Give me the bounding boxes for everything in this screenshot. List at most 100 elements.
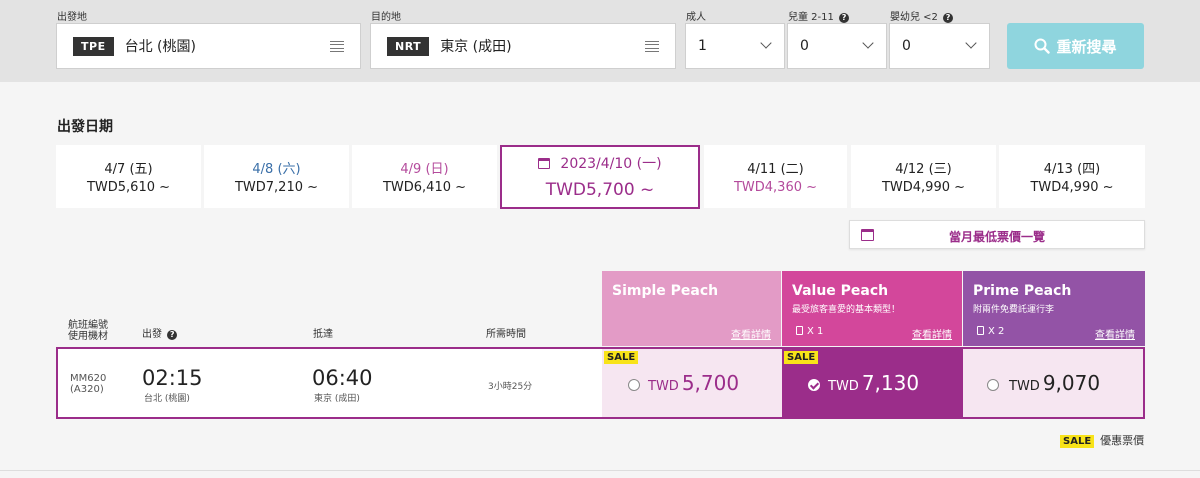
- radio-button[interactable]: [628, 379, 640, 391]
- flight-number: MM620: [70, 373, 107, 384]
- flight-number-label: 航班編號: [68, 320, 108, 331]
- amount: 5,700: [681, 371, 740, 395]
- fare-header-value: Value Peach 最受旅客喜愛的基本類型！ X 1 查看詳情: [782, 271, 962, 346]
- infants-label: 嬰幼兒 <2: [890, 12, 938, 23]
- date-price: TWD7,210 ~: [234, 180, 319, 195]
- fare-subtitle: 附兩件免費託運行李: [973, 305, 1055, 315]
- date-cell[interactable]: 4/9 (日) TWD6,410 ~: [352, 145, 497, 208]
- amount: 7,130: [861, 371, 920, 395]
- monthly-lowest-fare-button[interactable]: 當月最低票價一覽: [849, 220, 1145, 249]
- date-label: 4/7 (五): [104, 162, 153, 177]
- search-bar: 出發地 目的地 成人 兒童 2-11 ? 嬰幼兒 <2 ? TPE 台北 (桃園…: [0, 0, 1200, 82]
- destination-label: 目的地: [371, 12, 401, 23]
- divider: [0, 470, 1200, 471]
- origin-city: 台北 (桃園): [124, 39, 196, 55]
- luggage-icon: [977, 326, 984, 335]
- date-cell[interactable]: 4/13 (四) TWD4,990 ~: [999, 145, 1145, 208]
- help-icon[interactable]: ?: [943, 13, 954, 23]
- view-details-link[interactable]: 查看詳情: [731, 326, 771, 341]
- sale-badge: SALE: [784, 351, 819, 364]
- fare-option-simple[interactable]: SALE TWD 5,700: [602, 349, 782, 417]
- date-cell[interactable]: 4/11 (二) TWD4,360 ~: [704, 145, 847, 208]
- search-button-label: 重新搜尋: [1056, 37, 1117, 56]
- fare-option-value[interactable]: SALE TWD 7,130: [782, 349, 963, 417]
- date-price: TWD5,610 ~: [86, 180, 171, 195]
- flight-number-wrap: MM620 (A320): [70, 373, 106, 395]
- adults-value: 1: [698, 38, 707, 54]
- date-price: TWD4,990 ~: [1030, 180, 1114, 195]
- children-label: 兒童 2-11: [788, 12, 834, 23]
- sale-badge: SALE: [604, 351, 639, 364]
- fare-option-prime[interactable]: TWD 9,070: [963, 349, 1143, 417]
- infants-select[interactable]: 0: [889, 23, 990, 69]
- children-select[interactable]: 0: [787, 23, 887, 69]
- search-icon: [1034, 38, 1051, 54]
- destination-field[interactable]: NRT 東京 (成田): [370, 23, 676, 69]
- baggage-count: X 1: [807, 326, 824, 337]
- sale-badge: SALE: [1060, 435, 1095, 448]
- list-icon[interactable]: [645, 41, 659, 52]
- adults-select[interactable]: 1: [685, 23, 785, 69]
- depart-column-label: 出發 ?: [142, 329, 178, 340]
- departure-city: 台北 (桃園): [144, 394, 190, 404]
- currency: TWD: [828, 379, 859, 394]
- destination-code: NRT: [387, 36, 430, 56]
- fare-name: Value Peach: [792, 283, 889, 299]
- list-icon[interactable]: [330, 41, 344, 52]
- baggage-count-wrap: X 1: [796, 326, 823, 337]
- chevron-down-icon: [862, 37, 874, 49]
- currency: TWD: [648, 379, 679, 394]
- calendar-icon: [538, 158, 551, 169]
- date-price: TWD6,410 ~: [382, 180, 467, 195]
- fare-subtitle: 最受旅客喜愛的基本類型！: [792, 305, 901, 315]
- fare-name: Simple Peach: [612, 283, 719, 299]
- date-cell[interactable]: 4/8 (六) TWD7,210 ~: [204, 145, 349, 208]
- view-details-link[interactable]: 查看詳情: [912, 326, 952, 341]
- departure-time: 02:15: [142, 366, 203, 390]
- radio-button[interactable]: [987, 379, 999, 391]
- amount: 9,070: [1042, 371, 1101, 395]
- aircraft-label: 使用機材: [68, 331, 108, 342]
- baggage-count: X 2: [988, 326, 1005, 337]
- date-label: 4/9 (日): [400, 162, 449, 177]
- date-label-wrap: 2023/4/10 (一): [502, 153, 698, 173]
- fare-price: TWD 7,130: [828, 371, 919, 395]
- date-label: 4/12 (三): [895, 162, 952, 177]
- fare-header-simple: Simple Peach 查看詳情: [602, 271, 781, 346]
- origin-label: 出發地: [57, 12, 87, 23]
- date-label: 2023/4/10 (一): [560, 156, 662, 172]
- date-price: TWD4,990 ~: [881, 180, 966, 195]
- sale-legend: SALE 優惠票價: [1060, 432, 1144, 448]
- check-icon[interactable]: [808, 379, 820, 391]
- date-cell-selected[interactable]: 2023/4/10 (一) TWD5,700 ~: [500, 145, 700, 209]
- adults-label: 成人: [686, 12, 706, 23]
- infants-value: 0: [902, 38, 911, 54]
- chevron-down-icon: [760, 37, 772, 49]
- duration-column-label: 所需時間: [486, 329, 526, 340]
- currency: TWD: [1009, 379, 1040, 394]
- date-cell[interactable]: 4/12 (三) TWD4,990 ~: [851, 145, 996, 208]
- children-label-wrap: 兒童 2-11 ?: [788, 8, 850, 23]
- search-button[interactable]: 重新搜尋: [1007, 23, 1144, 69]
- arrive-column-label: 抵達: [313, 329, 333, 340]
- fare-price: TWD 9,070: [1009, 371, 1100, 395]
- date-label: 4/8 (六): [252, 162, 301, 177]
- help-icon[interactable]: ?: [167, 330, 178, 340]
- flight-column-label: 航班編號 使用機材: [68, 320, 108, 342]
- date-price: TWD5,700 ~: [545, 180, 655, 200]
- children-value: 0: [800, 38, 809, 54]
- date-cell[interactable]: 4/7 (五) TWD5,610 ~: [56, 145, 201, 208]
- luggage-icon: [796, 326, 803, 335]
- origin-field[interactable]: TPE 台北 (桃園): [56, 23, 361, 69]
- view-details-link[interactable]: 查看詳情: [1095, 326, 1135, 341]
- monthly-lowest-fare-label: 當月最低票價一覽: [948, 230, 1045, 244]
- date-label: 4/13 (四): [1043, 162, 1101, 177]
- aircraft-type: (A320): [70, 384, 104, 395]
- infants-label-wrap: 嬰幼兒 <2 ?: [890, 8, 954, 23]
- fare-price: TWD 5,700: [648, 371, 739, 395]
- fare-name: Prime Peach: [973, 283, 1072, 299]
- arrival-time: 06:40: [312, 366, 373, 390]
- help-icon[interactable]: ?: [839, 13, 850, 23]
- origin-code: TPE: [73, 36, 114, 56]
- date-label: 4/11 (二): [747, 162, 804, 177]
